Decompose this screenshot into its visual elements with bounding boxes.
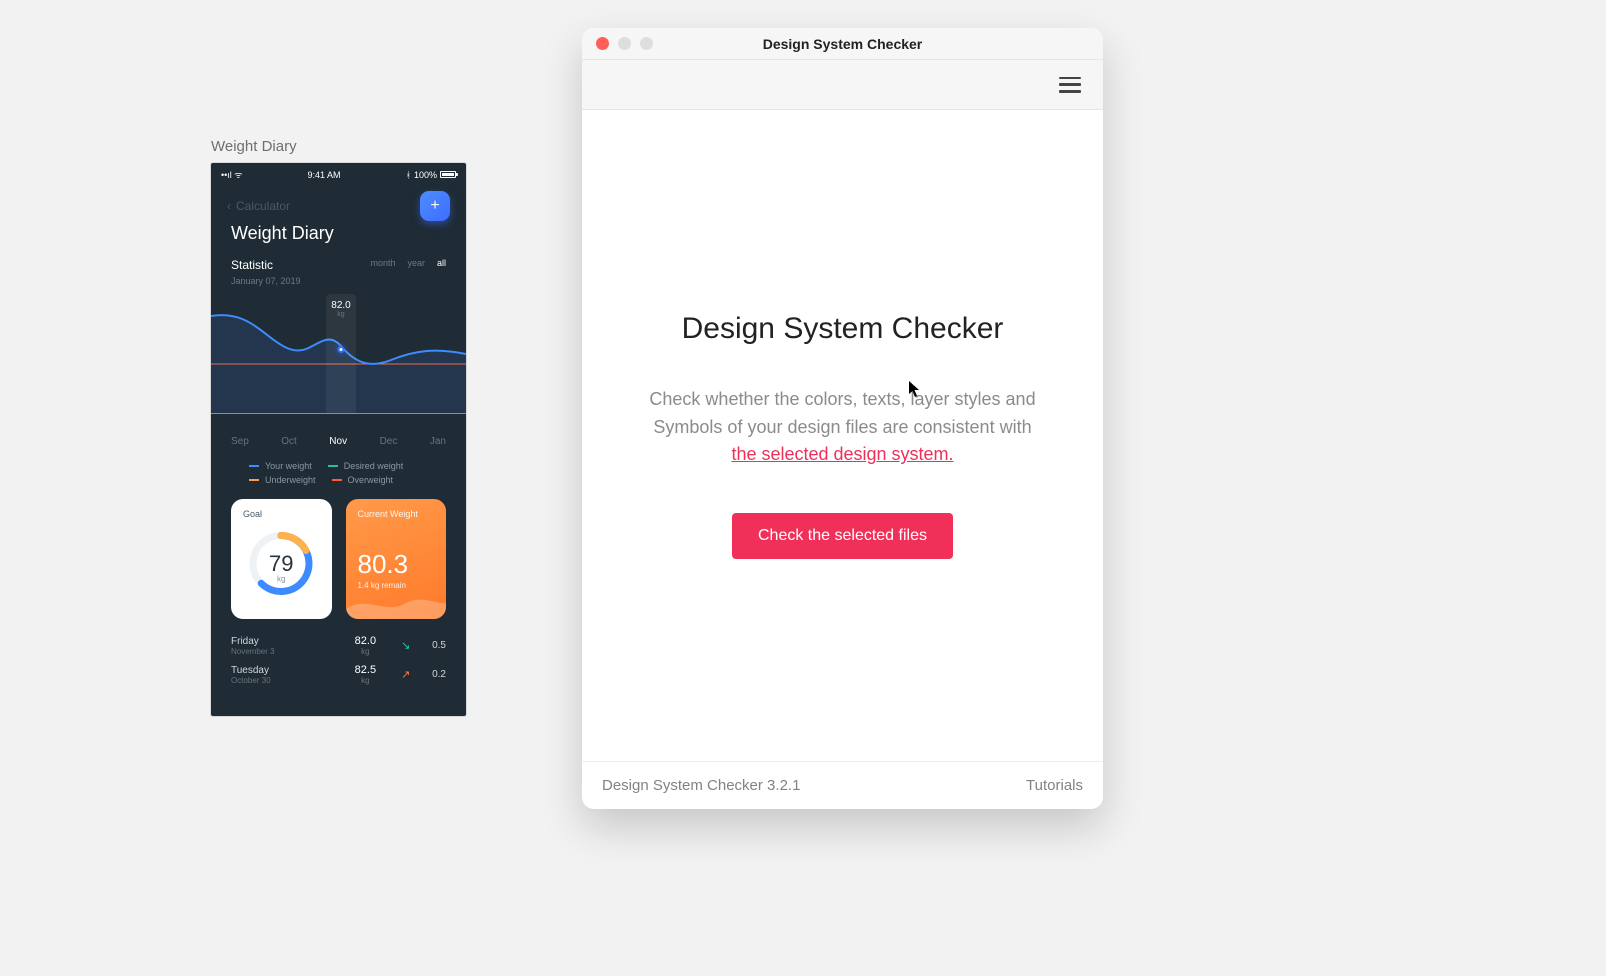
add-button[interactable]: + bbox=[420, 191, 450, 221]
log-date: November 3 bbox=[231, 647, 339, 656]
legend-underweight: Underweight bbox=[265, 475, 316, 485]
weight-chart[interactable]: 82.0 kg bbox=[211, 294, 466, 414]
current-value: 80.3 bbox=[358, 549, 409, 580]
tutorials-link[interactable]: Tutorials bbox=[1026, 777, 1083, 794]
plus-icon: + bbox=[430, 197, 439, 215]
design-system-link[interactable]: the selected design system. bbox=[731, 444, 953, 464]
status-battery: 100% bbox=[414, 170, 437, 180]
wave-icon bbox=[346, 589, 447, 619]
log-unit: kg bbox=[339, 676, 393, 685]
log-unit: kg bbox=[339, 647, 393, 656]
log-date: October 30 bbox=[231, 676, 339, 685]
current-weight-card[interactable]: Current Weight 80.3 1.4 kg remain bbox=[346, 499, 447, 619]
check-files-button[interactable]: Check the selected files bbox=[732, 513, 953, 559]
log-row[interactable]: Tuesday October 30 82.5 kg ↗ 0.2 bbox=[231, 660, 446, 689]
status-bar: ••ıl ᯤ 9:41 AM ᚼ 100% bbox=[211, 163, 466, 186]
month-dec[interactable]: Dec bbox=[380, 436, 398, 447]
month-sep[interactable]: Sep bbox=[231, 436, 249, 447]
chart-legend: Your weight Desired weight Underweight O… bbox=[211, 447, 466, 485]
log-day: Tuesday bbox=[231, 665, 339, 676]
month-oct[interactable]: Oct bbox=[281, 436, 297, 447]
arrow-down-icon: ↘ bbox=[392, 639, 419, 652]
goal-value: 79 bbox=[269, 551, 293, 577]
weight-log: Friday November 3 82.0 kg ↘ 0.5 Tuesday … bbox=[211, 619, 466, 689]
description-text: Check whether the colors, texts, layer s… bbox=[649, 389, 1035, 437]
legend-desired-weight: Desired weight bbox=[344, 461, 404, 471]
battery-icon bbox=[440, 171, 456, 178]
nav-back[interactable]: ‹ Calculator bbox=[227, 199, 290, 213]
nav-back-label: Calculator bbox=[236, 199, 290, 213]
window-zoom-button[interactable] bbox=[640, 37, 653, 50]
plugin-window: Design System Checker Design System Chec… bbox=[582, 28, 1103, 809]
legend-overweight: Overweight bbox=[348, 475, 394, 485]
bluetooth-icon: ᚼ bbox=[406, 170, 411, 180]
statistic-date: January 07, 2019 bbox=[231, 276, 301, 286]
log-day: Friday bbox=[231, 636, 339, 647]
legend-your-weight: Your weight bbox=[265, 461, 312, 471]
window-footer: Design System Checker 3.2.1 Tutorials bbox=[582, 761, 1103, 809]
goal-unit: kg bbox=[277, 574, 285, 583]
menu-button[interactable] bbox=[1059, 74, 1081, 96]
log-delta: 0.5 bbox=[419, 640, 446, 651]
goal-card[interactable]: Goal 79 kg bbox=[231, 499, 332, 619]
artboard-weight-diary[interactable]: Weight Diary ••ıl ᯤ 9:41 AM ᚼ 100% ‹ Cal… bbox=[211, 138, 466, 716]
month-nov[interactable]: Nov bbox=[329, 436, 347, 447]
artboard-label: Weight Diary bbox=[211, 138, 466, 155]
window-close-button[interactable] bbox=[596, 37, 609, 50]
titlebar[interactable]: Design System Checker bbox=[582, 28, 1103, 60]
main-description: Check whether the colors, texts, layer s… bbox=[640, 386, 1045, 470]
toolbar bbox=[582, 60, 1103, 110]
window-minimize-button[interactable] bbox=[618, 37, 631, 50]
footer-version: Design System Checker 3.2.1 bbox=[602, 777, 800, 794]
log-delta: 0.2 bbox=[419, 669, 446, 680]
signal-icon: ••ıl ᯤ bbox=[221, 168, 243, 181]
arrow-up-icon: ↗ bbox=[392, 668, 419, 681]
page-title: Weight Diary bbox=[211, 221, 466, 244]
chevron-left-icon: ‹ bbox=[227, 199, 231, 213]
goal-label: Goal bbox=[243, 509, 262, 519]
phone-mock: ••ıl ᯤ 9:41 AM ᚼ 100% ‹ Calculator + Wei… bbox=[211, 163, 466, 716]
current-label: Current Weight bbox=[358, 509, 418, 519]
range-tab-year[interactable]: year bbox=[407, 258, 425, 268]
month-axis: Sep Oct Nov Dec Jan bbox=[211, 414, 466, 447]
range-tab-month[interactable]: month bbox=[370, 258, 395, 268]
log-row[interactable]: Friday November 3 82.0 kg ↘ 0.5 bbox=[231, 631, 446, 660]
main-title: Design System Checker bbox=[682, 312, 1004, 346]
hamburger-icon bbox=[1059, 77, 1081, 80]
statistic-label: Statistic bbox=[231, 258, 301, 272]
log-value: 82.0 bbox=[339, 635, 393, 647]
desired-line bbox=[211, 413, 466, 414]
status-time: 9:41 AM bbox=[308, 170, 341, 180]
month-jan[interactable]: Jan bbox=[430, 436, 446, 447]
window-title: Design System Checker bbox=[582, 36, 1103, 52]
range-tab-all[interactable]: all bbox=[437, 258, 446, 268]
window-body: Design System Checker Check whether the … bbox=[582, 110, 1103, 761]
log-value: 82.5 bbox=[339, 664, 393, 676]
